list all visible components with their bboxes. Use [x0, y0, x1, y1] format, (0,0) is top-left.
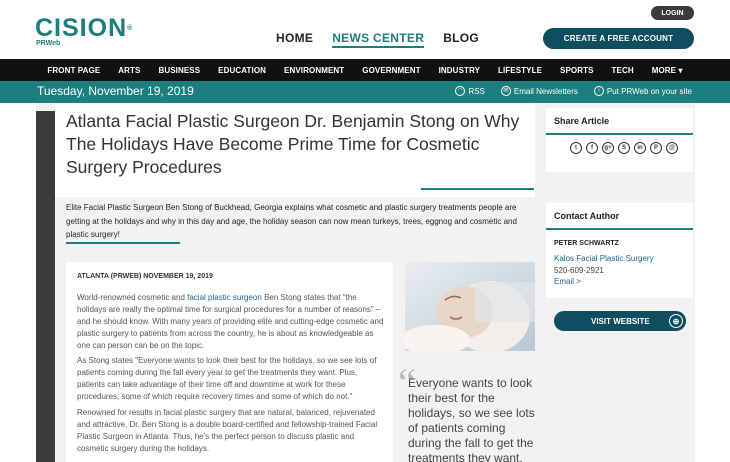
divider: [66, 242, 180, 244]
share-article-box: Share Article t f g+ S in P @: [546, 108, 693, 172]
cision-logo[interactable]: CISION® PRWeb: [35, 14, 134, 48]
primary-nav: HOME NEWS CENTER BLOG: [276, 31, 479, 48]
visit-website-button[interactable]: VISIT WEBSITE ⊕: [554, 311, 686, 331]
pinterest-icon[interactable]: P: [650, 142, 662, 154]
contact-phone: 520-609-2921: [554, 266, 604, 275]
create-account-button[interactable]: CREATE A FREE ACCOUNT: [543, 28, 694, 49]
contact-author-box: Contact Author PETER SCHWARTZ Kalos Faci…: [546, 203, 693, 298]
put-prweb-link[interactable]: ↑ Put PRWeb on your site: [593, 86, 692, 96]
email-link[interactable]: Email >: [554, 277, 581, 286]
paragraph-2: As Stong states "Everyone wants to look …: [77, 356, 377, 401]
upload-icon: ↑: [593, 86, 604, 96]
accent-strip: [36, 111, 55, 462]
logo-reg: ®: [127, 25, 134, 32]
rss-icon: ◠: [455, 86, 466, 96]
cat-lifestyle[interactable]: LIFESTYLE: [498, 66, 542, 75]
paragraph-1: World-renowned cosmetic and facial plast…: [77, 292, 387, 352]
paragraph-3: Renowned for results in facial plastic s…: [77, 408, 378, 453]
newsletter-link[interactable]: ✉ Email Newsletters: [500, 86, 578, 96]
company-link[interactable]: Kalos Facial Plastic Surgery: [554, 254, 654, 263]
share-title: Share Article: [554, 116, 610, 126]
article-summary: Elite Facial Plastic Surgeon Ben Stong o…: [66, 203, 517, 239]
nav-news-center[interactable]: NEWS CENTER: [332, 31, 425, 48]
dateline: ATLANTA (PRWEB) NOVEMBER 19, 2019: [77, 273, 213, 280]
site-header: CISION® PRWeb HOME NEWS CENTER BLOG LOGI…: [0, 0, 730, 59]
pull-quote: Everyone wants to look their best for th…: [408, 376, 535, 462]
cat-environment[interactable]: ENVIRONMENT: [284, 66, 344, 75]
cat-more[interactable]: MORE ▾: [652, 66, 683, 75]
cat-business[interactable]: BUSINESS: [158, 66, 200, 75]
email-share-icon[interactable]: @: [666, 142, 678, 154]
cat-front-page[interactable]: FRONT PAGE: [47, 66, 100, 75]
logo-text: CISION: [35, 14, 128, 42]
cat-industry[interactable]: INDUSTRY: [439, 66, 480, 75]
rss-label: RSS: [468, 86, 485, 96]
divider: [546, 133, 693, 135]
stumbleupon-icon[interactable]: S: [618, 142, 630, 154]
current-date: Tuesday, November 19, 2019: [37, 84, 194, 98]
cat-tech[interactable]: TECH: [612, 66, 634, 75]
twitter-icon[interactable]: t: [570, 142, 582, 154]
contact-title: Contact Author: [554, 211, 620, 221]
login-button[interactable]: LOGIN: [651, 6, 694, 20]
date-bar: Tuesday, November 19, 2019 ◠ RSS ✉ Email…: [0, 81, 730, 103]
globe-icon: ⊕: [669, 314, 683, 328]
facebook-icon[interactable]: f: [586, 142, 598, 154]
cat-education[interactable]: EDUCATION: [218, 66, 266, 75]
divider: [546, 228, 693, 230]
p1-text-start: World-renowned cosmetic and: [77, 293, 188, 302]
category-nav: FRONT PAGE ARTS BUSINESS EDUCATION ENVIR…: [0, 59, 730, 81]
nav-home[interactable]: HOME: [276, 31, 313, 48]
email-icon: ✉: [500, 86, 511, 96]
share-icons: t f g+ S in P @: [570, 142, 678, 154]
cat-government[interactable]: GOVERNMENT: [362, 66, 420, 75]
put-prweb-label: Put PRWeb on your site: [606, 86, 692, 96]
article-photo[interactable]: [405, 262, 535, 351]
newsletter-label: Email Newsletters: [513, 86, 578, 96]
surgeon-link[interactable]: facial plastic surgeon: [187, 293, 262, 302]
divider: [421, 188, 534, 190]
google-plus-icon[interactable]: g+: [602, 142, 614, 154]
utility-links: ◠ RSS ✉ Email Newsletters ↑ Put PRWeb on…: [455, 86, 692, 96]
rss-link[interactable]: ◠ RSS: [455, 86, 485, 96]
cat-arts[interactable]: ARTS: [118, 66, 140, 75]
nav-blog[interactable]: BLOG: [443, 31, 479, 48]
woman-face-photo: [405, 262, 535, 351]
cat-sports[interactable]: SPORTS: [560, 66, 594, 75]
linkedin-icon[interactable]: in: [634, 142, 646, 154]
contact-name: PETER SCHWARTZ: [554, 240, 619, 247]
article-headline: Atlanta Facial Plastic Surgeon Dr. Benja…: [66, 111, 520, 177]
visit-label: VISIT WEBSITE: [591, 316, 650, 326]
